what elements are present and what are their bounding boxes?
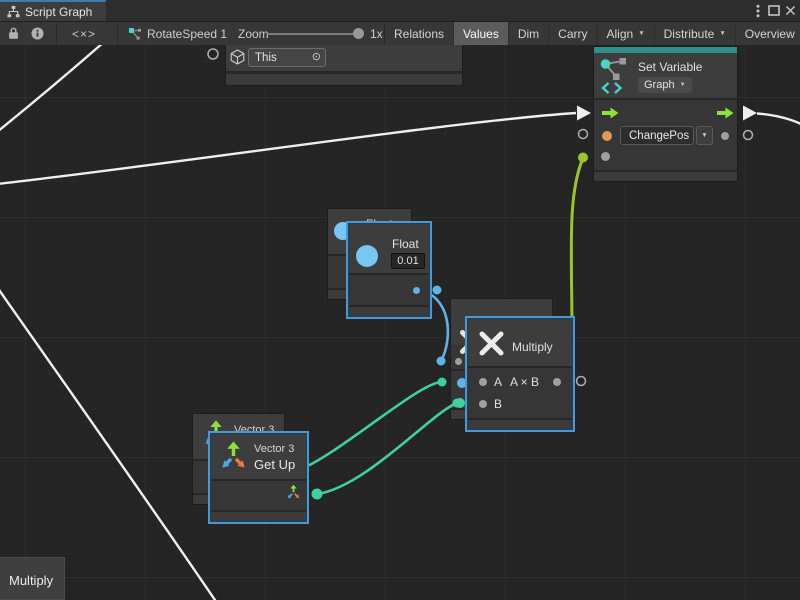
variable-dropdown[interactable]: ChangePos ▼ [620, 126, 713, 145]
node-accent-strip [594, 47, 737, 53]
wire-value-teal [299, 382, 442, 470]
toolbar-divider [117, 22, 118, 45]
node-multiply[interactable]: Multiply A A × B B [467, 318, 573, 430]
chevron-down-icon: ▼ [719, 30, 725, 37]
input-b-label: B [494, 397, 502, 411]
variable-name-port[interactable] [602, 131, 612, 141]
object-field-value: This [255, 52, 277, 64]
close-button[interactable] [783, 3, 797, 18]
info-icon [31, 27, 44, 40]
tab-script-graph[interactable]: Script Graph [0, 0, 106, 21]
maximize-icon [768, 5, 780, 16]
node-get-up[interactable]: Vector 3 Get Up [210, 433, 307, 522]
relations-button[interactable]: Relations [385, 22, 454, 45]
float-icon [356, 245, 378, 267]
lock-icon [8, 27, 19, 40]
node-title: Vector 3 [254, 443, 294, 455]
distribute-dropdown-button[interactable]: Distribute▼ [655, 22, 736, 45]
input-a-port[interactable] [479, 378, 487, 386]
values-button[interactable]: Values [454, 22, 509, 45]
wire-control [757, 114, 800, 126]
tab-label: Script Graph [25, 5, 92, 19]
value-output-port[interactable] [721, 132, 729, 140]
wire-control [0, 113, 576, 184]
variable-scope-dropdown[interactable]: Graph ▼ [638, 77, 692, 93]
lock-button[interactable] [8, 27, 19, 45]
graph-toolbar: <×> RotateSpeed 1 Zoom 1x Relations Valu… [0, 22, 800, 46]
wire-endpoint [312, 489, 323, 500]
overview-button[interactable]: Overview [736, 22, 800, 45]
wire-endpoint [438, 378, 447, 387]
node-float[interactable]: Float 0.01 [348, 223, 430, 317]
node-set-variable[interactable]: Set Variable Graph ▼ ChangePos ▼ [593, 46, 738, 182]
wire-value-lime [571, 158, 583, 333]
wire-endpoint [578, 153, 588, 163]
toolbar-divider [56, 22, 57, 45]
value-input-port[interactable] [601, 152, 610, 161]
vector3-icon [217, 440, 250, 473]
code-view-button[interactable]: <×> [72, 27, 96, 41]
wire-endpoint [437, 357, 446, 366]
multiply-icon [477, 329, 506, 358]
zoom-slider-track[interactable] [267, 33, 364, 35]
node-title: Multiply [512, 340, 553, 354]
zoom-slider-handle[interactable] [353, 28, 364, 39]
hollow-port-indicator [577, 377, 586, 386]
hollow-port-indicator [208, 49, 218, 59]
dim-button[interactable]: Dim [509, 22, 549, 45]
vector3-output-port[interactable] [285, 484, 302, 501]
chevron-down-icon: ▼ [638, 30, 644, 37]
hollow-port-indicator [744, 131, 753, 140]
input-a-label: A [494, 375, 502, 389]
close-icon [785, 5, 796, 16]
window-menu-button[interactable] [751, 3, 765, 18]
result-output-port[interactable] [553, 378, 561, 386]
maximize-button[interactable] [767, 3, 781, 18]
gameobject-cube-icon [230, 49, 245, 65]
info-button[interactable] [31, 27, 44, 45]
wire-control [0, 287, 217, 600]
float-value-field[interactable]: 0.01 [391, 253, 425, 269]
graph-hierarchy-icon [7, 5, 20, 18]
toolbar-buttons: Relations Values Dim Carry Align▼ Distri… [385, 22, 800, 45]
zoom-value-label: 1x [370, 27, 383, 41]
kebab-menu-icon [756, 4, 760, 18]
wire-arrowhead [577, 106, 591, 121]
wire-endpoint [433, 286, 442, 295]
hollow-port-indicator [579, 130, 588, 139]
align-dropdown-button[interactable]: Align▼ [598, 22, 655, 45]
object-picker-icon[interactable]: ⊙ [312, 52, 321, 63]
set-variable-icon [599, 57, 631, 95]
node-title: Float [392, 237, 419, 251]
chevron-down-icon: ▼ [680, 82, 686, 88]
node-title: Multiply [9, 573, 53, 588]
chevron-down-icon[interactable]: ▼ [696, 126, 713, 145]
zoom-label: Zoom [238, 27, 269, 41]
graph-name-label: RotateSpeed 1 [147, 27, 227, 41]
graph-asset-icon [128, 27, 142, 46]
graph-canvas[interactable]: Float Vector 3 [0, 45, 800, 600]
output-label: A × B [510, 375, 539, 389]
wire-endpoint [453, 399, 462, 408]
target-object-field[interactable]: This ⊙ [248, 48, 326, 67]
control-input-port[interactable] [602, 107, 619, 119]
control-output-port[interactable] [717, 107, 734, 119]
float-output-port[interactable] [413, 287, 420, 294]
node-title: Set Variable [638, 60, 702, 74]
node-subtitle: Get Up [254, 457, 295, 472]
wire-control [0, 45, 104, 132]
input-b-port[interactable] [479, 400, 487, 408]
tab-bar: Script Graph [0, 0, 800, 22]
carry-button[interactable]: Carry [549, 22, 597, 45]
node-this[interactable]: This ⊙ [225, 45, 463, 86]
node-multiply-partial[interactable]: Multiply [0, 557, 65, 600]
wire-arrowhead [743, 106, 757, 121]
